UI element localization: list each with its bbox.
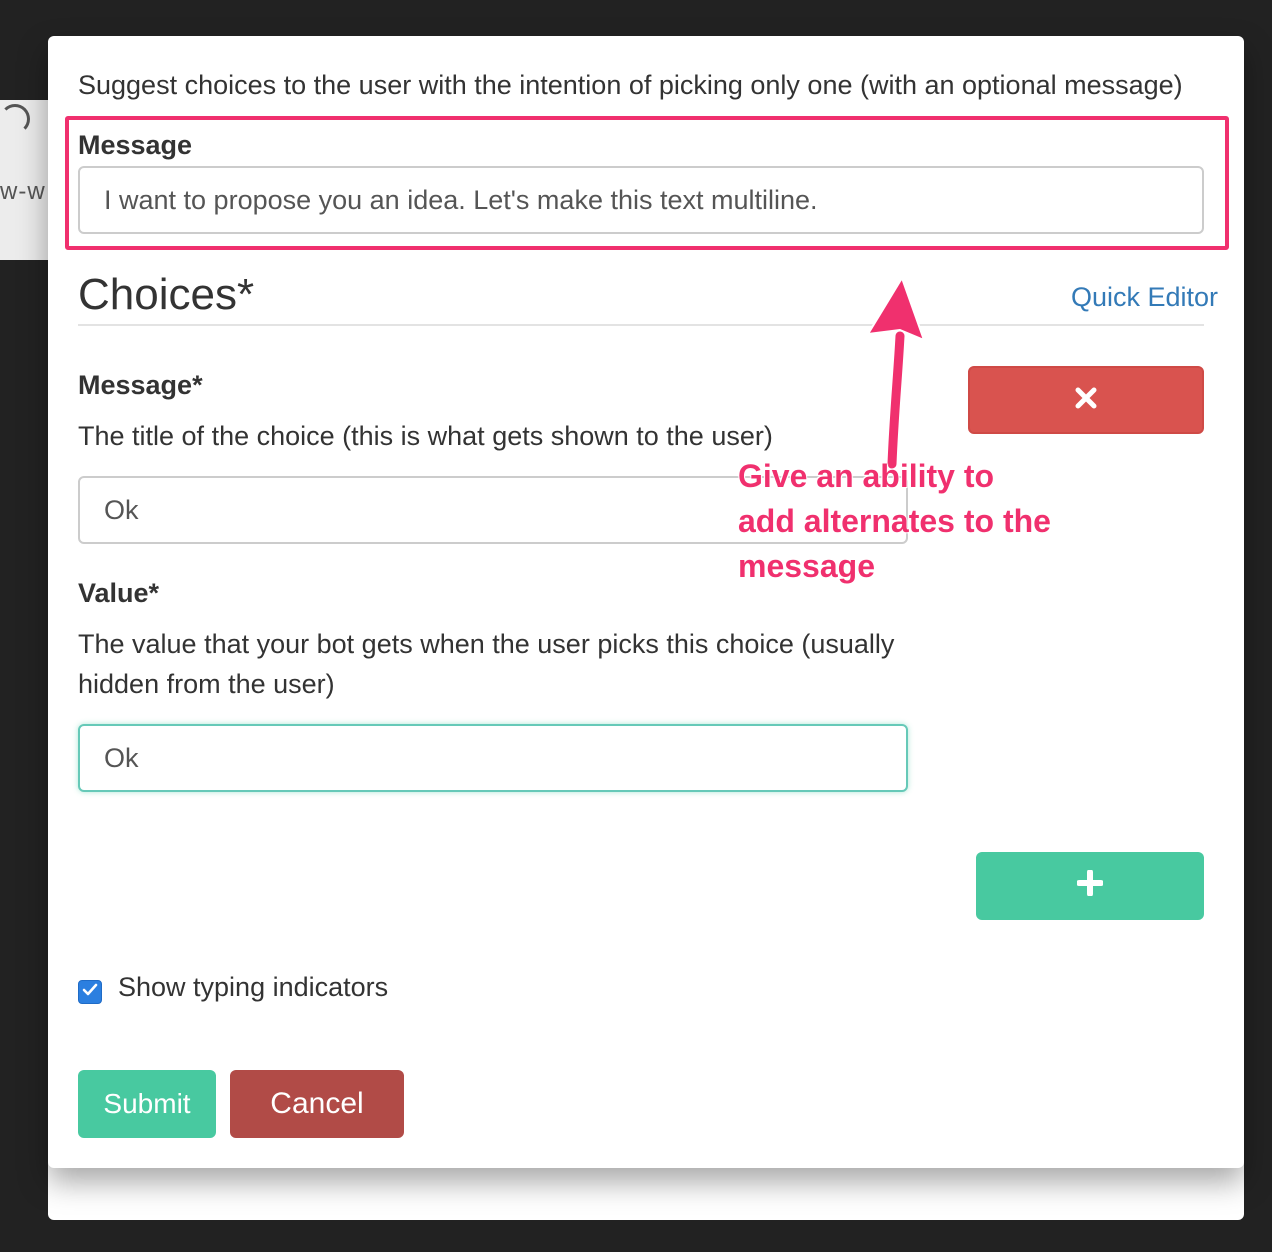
dialog-description: Suggest choices to the user with the int…	[78, 70, 1183, 100]
checkmark-icon	[82, 983, 98, 1002]
remove-choice-button[interactable]	[968, 366, 1204, 434]
close-icon	[1075, 384, 1097, 416]
message-label: Message	[78, 130, 193, 160]
choice-dialog: Suggest choices to the user with the int…	[48, 36, 1244, 1168]
quick-editor-link[interactable]: Quick Editor	[1071, 282, 1218, 313]
typing-indicator-checkbox[interactable]	[78, 980, 102, 1004]
typing-indicator-label[interactable]: Show typing indicators	[118, 972, 388, 1003]
plus-icon	[1076, 868, 1104, 903]
message-input[interactable]: I want to propose you an idea. Let's mak…	[78, 166, 1204, 234]
background-text-fragment: w-w	[0, 178, 46, 205]
refresh-icon	[0, 104, 30, 134]
section-divider	[78, 324, 1204, 326]
choices-title: Choices*	[78, 270, 255, 319]
choice-value-input[interactable]: Ok	[78, 724, 908, 792]
add-choice-button[interactable]	[976, 852, 1204, 920]
submit-button[interactable]: Submit	[78, 1070, 216, 1138]
choice-message-help: The title of the choice (this is what ge…	[78, 421, 773, 451]
cancel-button[interactable]: Cancel	[230, 1070, 404, 1138]
choice-value-label: Value*	[78, 578, 160, 608]
annotation-callout: Give an ability to add alternates to the…	[738, 458, 1051, 584]
annotation-arrow-icon	[867, 277, 925, 471]
choice-value-help: The value that your bot gets when the us…	[78, 629, 895, 699]
choice-message-label: Message*	[78, 370, 203, 400]
